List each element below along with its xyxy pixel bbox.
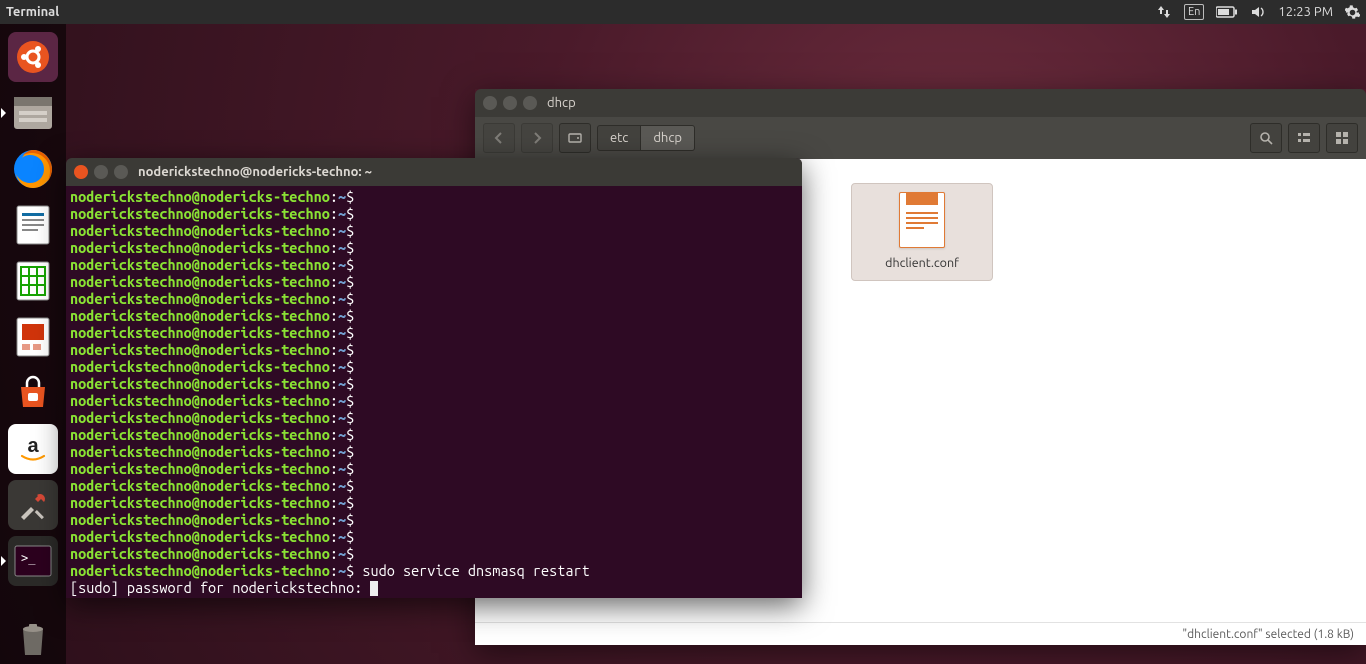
- launcher-firefox[interactable]: [8, 144, 58, 194]
- launcher: a >_: [0, 24, 66, 664]
- maximize-icon[interactable]: [523, 96, 537, 110]
- grid-view-icon: [1335, 131, 1349, 145]
- battery-icon: [1216, 6, 1238, 18]
- path-root-button[interactable]: [559, 123, 591, 153]
- svg-text:a: a: [27, 435, 39, 457]
- file-manager-toolbar: etc dhcp: [475, 117, 1366, 159]
- status-text: "dhclient.conf" selected (1.8 kB): [1182, 628, 1354, 641]
- calc-icon: [13, 259, 53, 303]
- breadcrumb: etc dhcp: [597, 125, 695, 151]
- keyboard-indicator[interactable]: En: [1178, 0, 1210, 24]
- list-view-button[interactable]: [1288, 123, 1320, 153]
- search-button[interactable]: [1250, 123, 1282, 153]
- maximize-icon[interactable]: [114, 165, 128, 179]
- terminal-window: noderickstechno@nodericks-techno: ~ node…: [66, 158, 802, 598]
- minimize-icon[interactable]: [503, 96, 517, 110]
- network-updown-icon: [1156, 4, 1172, 20]
- file-manager-status: "dhclient.conf" selected (1.8 kB): [475, 622, 1366, 645]
- top-panel: Terminal En 12:23 PM: [0, 0, 1366, 24]
- volume-icon: [1250, 4, 1266, 20]
- file-item-dhclient-conf[interactable]: dhclient.conf: [851, 183, 993, 281]
- window-title: dhcp: [547, 96, 576, 110]
- breadcrumb-etc[interactable]: etc: [597, 125, 641, 151]
- close-icon[interactable]: [483, 96, 497, 110]
- launcher-files[interactable]: [8, 88, 58, 138]
- minimize-icon[interactable]: [94, 165, 108, 179]
- writer-icon: [13, 203, 53, 247]
- firefox-icon: [11, 147, 55, 191]
- conf-file-icon: [899, 192, 945, 248]
- session-indicator[interactable]: [1339, 0, 1366, 24]
- active-window-title: Terminal: [6, 5, 59, 19]
- shopping-bag-icon: [13, 373, 53, 413]
- forward-button: [521, 123, 553, 153]
- file-manager-icon: [11, 91, 55, 135]
- launcher-impress[interactable]: [8, 312, 58, 362]
- list-view-icon: [1297, 131, 1311, 145]
- terminal-title: noderickstechno@nodericks-techno: ~: [138, 164, 372, 181]
- keyboard-lang: En: [1184, 4, 1204, 20]
- launcher-amazon[interactable]: a: [8, 424, 58, 474]
- gear-icon: [1345, 5, 1360, 20]
- search-icon: [1259, 131, 1273, 145]
- terminal-titlebar[interactable]: noderickstechno@nodericks-techno: ~: [66, 158, 802, 186]
- grid-view-button[interactable]: [1326, 123, 1358, 153]
- disk-icon: [568, 131, 582, 145]
- ubuntu-logo-icon: [16, 40, 50, 74]
- terminal-body[interactable]: noderickstechno@nodericks-techno:~$ node…: [66, 186, 802, 598]
- launcher-terminal[interactable]: >_: [8, 536, 58, 586]
- file-label: dhclient.conf: [885, 256, 959, 272]
- battery-indicator[interactable]: [1210, 0, 1244, 24]
- launcher-dash[interactable]: [8, 32, 58, 82]
- launcher-writer[interactable]: [8, 200, 58, 250]
- launcher-software[interactable]: [8, 368, 58, 418]
- launcher-calc[interactable]: [8, 256, 58, 306]
- launcher-settings[interactable]: [8, 480, 58, 530]
- network-indicator[interactable]: [1150, 0, 1178, 24]
- trash-icon: [13, 617, 53, 661]
- svg-text:>_: >_: [21, 551, 36, 565]
- chevron-left-icon: [493, 132, 505, 144]
- sound-indicator[interactable]: [1244, 0, 1272, 24]
- wrench-screwdriver-icon: [15, 487, 51, 523]
- file-manager-titlebar[interactable]: dhcp: [475, 89, 1366, 117]
- clock[interactable]: 12:23 PM: [1272, 0, 1339, 24]
- chevron-right-icon: [531, 132, 543, 144]
- launcher-trash[interactable]: [8, 614, 58, 664]
- impress-icon: [13, 315, 53, 359]
- terminal-icon: >_: [13, 544, 53, 578]
- back-button: [483, 123, 515, 153]
- close-icon[interactable]: [74, 165, 88, 179]
- amazon-icon: a: [16, 432, 50, 466]
- breadcrumb-dhcp[interactable]: dhcp: [641, 125, 695, 151]
